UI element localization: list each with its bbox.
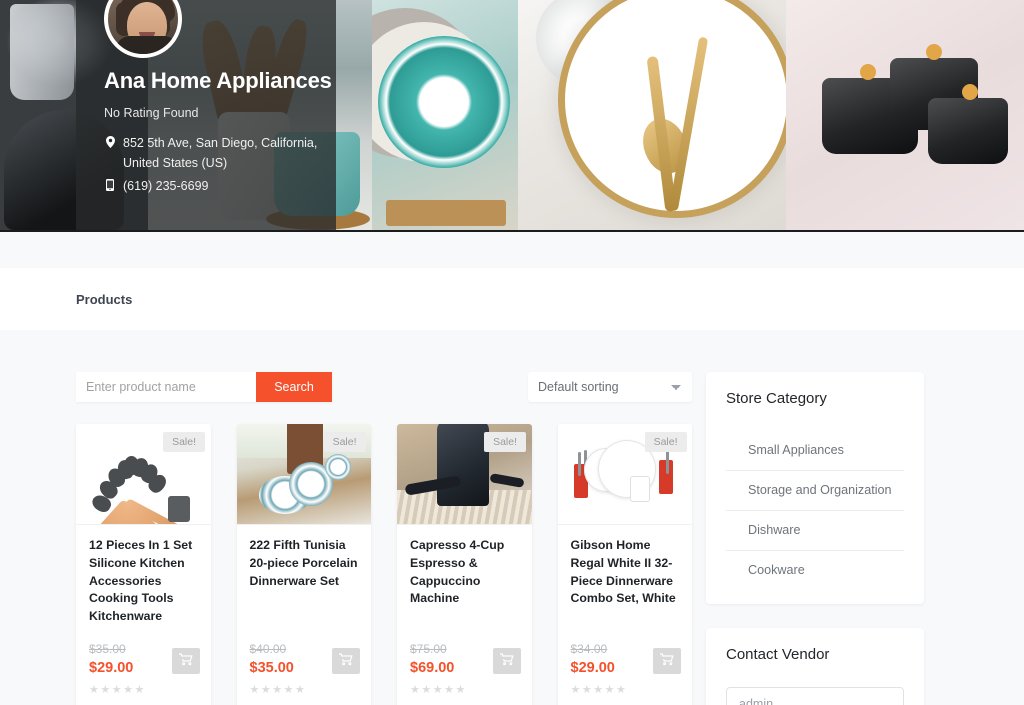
- product-rating-stars: ★★★★★: [89, 684, 146, 697]
- contact-vendor-panel: Contact Vendor: [706, 627, 924, 705]
- product-price-block: $40.00 $35.00 ★★★★★: [249, 626, 360, 697]
- store-address-row: 852 5th Ave, San Diego, California, Unit…: [104, 134, 366, 173]
- product-rating-stars: ★★★★★: [249, 684, 307, 697]
- store-phone: (619) 235-6699: [123, 179, 209, 194]
- product-rating-stars: ★★★★★: [570, 684, 628, 697]
- store-category-title: Store Category: [726, 390, 827, 407]
- store-category-panel: Store Category Small Appliances Storage …: [706, 372, 924, 604]
- banner-image-cookware: [786, 0, 1024, 230]
- sale-badge: Sale!: [484, 432, 526, 452]
- shopping-cart-icon: [339, 653, 353, 669]
- shopping-cart-icon: [178, 653, 193, 669]
- tab-products[interactable]: Products: [76, 292, 132, 307]
- shopping-cart-icon: [499, 653, 514, 669]
- store-category-list: Small Appliances Storage and Organizatio…: [726, 431, 904, 584]
- product-price-block: $34.00 $29.00 ★★★★★: [570, 626, 681, 697]
- products-toolbar: Search Default sorting: [76, 372, 692, 402]
- product-rating-stars: ★★★★★: [410, 684, 467, 697]
- store-info: Ana Home Appliances No Rating Found 852 …: [76, 0, 366, 230]
- add-to-cart-button[interactable]: [171, 648, 200, 675]
- sidebar-item-cookware[interactable]: Cookware: [726, 551, 904, 584]
- product-title[interactable]: Gibson Home Regal White II 32-Piece Dinn…: [571, 537, 680, 608]
- product-price-block: $35.00 $29.00 ★★★★★: [89, 626, 200, 697]
- product-card[interactable]: Sale! 222 Fifth Tunisia 20-piece Porcela…: [236, 424, 371, 705]
- vendor-name-field[interactable]: [726, 686, 904, 705]
- sale-badge: Sale!: [163, 432, 205, 452]
- sidebar: Store Category Small Appliances Storage …: [706, 372, 924, 705]
- product-title[interactable]: Capresso 4-Cup Espresso & Cappuccino Mac…: [410, 537, 519, 608]
- store-nav-bar: Products: [0, 268, 1024, 330]
- product-image: Sale!: [236, 424, 371, 525]
- product-image: Sale!: [557, 424, 692, 525]
- sale-badge: Sale!: [644, 432, 687, 452]
- products-column: Search Default sorting: [76, 372, 692, 705]
- product-grid: Sale! 12 Pieces In 1 Set Silicone Kitche…: [76, 424, 692, 705]
- product-title[interactable]: 222 Fifth Tunisia 20-piece Porcelain Din…: [250, 537, 359, 590]
- sidebar-item-storage-and-organization[interactable]: Storage and Organization: [726, 471, 904, 511]
- main-content: Search Default sorting: [0, 330, 1024, 705]
- search-button[interactable]: Search: [256, 372, 332, 402]
- product-image: Sale!: [397, 424, 532, 525]
- add-to-cart-button[interactable]: [492, 648, 521, 675]
- product-image: Sale!: [76, 424, 211, 525]
- product-card[interactable]: Sale! Gibson Home Regal White II 32-Piec…: [557, 424, 692, 705]
- product-card[interactable]: Sale! Capresso 4-Cup Espresso & Cappucci…: [397, 424, 532, 705]
- add-to-cart-button[interactable]: [653, 648, 681, 675]
- sidebar-item-dishware[interactable]: Dishware: [726, 511, 904, 551]
- store-phone-row: (619) 235-6699: [104, 177, 366, 196]
- product-card[interactable]: Sale! 12 Pieces In 1 Set Silicone Kitche…: [76, 424, 211, 705]
- search-input[interactable]: [76, 372, 256, 402]
- sale-badge: Sale!: [323, 432, 366, 452]
- store-banner: Ana Home Appliances No Rating Found 852 …: [0, 0, 1024, 232]
- sort-select[interactable]: Default sorting: [528, 372, 692, 402]
- map-pin-icon: [104, 136, 116, 149]
- banner-image-tableware: [518, 0, 786, 230]
- banner-spacer: [0, 232, 1024, 268]
- page-title: Ana Home Appliances: [104, 68, 332, 93]
- store-address: 852 5th Ave, San Diego, California, Unit…: [123, 136, 318, 170]
- product-price-block: $75.00 $69.00 ★★★★★: [410, 626, 521, 697]
- shopping-cart-icon: [660, 653, 674, 669]
- store-rating-text: No Rating Found: [104, 106, 199, 121]
- contact-vendor-title: Contact Vendor: [726, 645, 830, 663]
- product-search-form: Search: [76, 372, 332, 402]
- product-title[interactable]: 12 Pieces In 1 Set Silicone Kitchen Acce…: [89, 537, 198, 626]
- mobile-phone-icon: [104, 179, 116, 192]
- add-to-cart-button[interactable]: [332, 648, 360, 675]
- sidebar-item-small-appliances[interactable]: Small Appliances: [726, 431, 904, 471]
- banner-image-plates: [372, 0, 518, 230]
